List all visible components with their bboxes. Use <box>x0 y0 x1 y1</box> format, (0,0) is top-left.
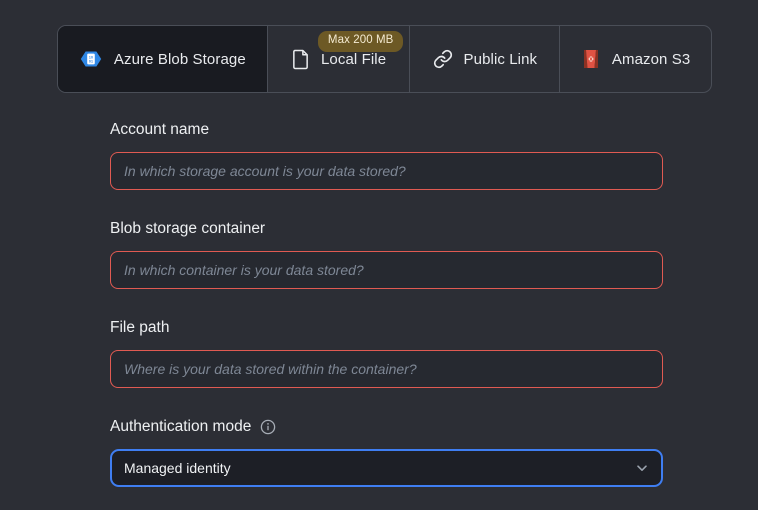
account-name-input[interactable] <box>110 152 663 190</box>
authentication-mode-value: Managed identity <box>124 460 231 476</box>
file-path-label: File path <box>110 319 663 337</box>
info-icon[interactable] <box>260 419 276 435</box>
blob-container-label: Blob storage container <box>110 220 663 238</box>
azure-blob-form: Account name Blob storage container File… <box>110 121 663 487</box>
data-source-panel: 10 01 Azure Blob Storage Max 200 MB Loca… <box>0 0 758 510</box>
tab-label: Local File <box>321 51 386 68</box>
tab-local-file[interactable]: Max 200 MB Local File <box>268 26 411 92</box>
tab-label: Amazon S3 <box>612 51 690 68</box>
authentication-mode-select[interactable]: Managed identity <box>110 449 663 487</box>
file-path-input[interactable] <box>110 350 663 388</box>
authentication-mode-label-text: Authentication mode <box>110 418 251 436</box>
svg-text:01: 01 <box>89 60 93 64</box>
link-icon <box>433 49 453 69</box>
tab-azure-blob-storage[interactable]: 10 01 Azure Blob Storage <box>58 26 268 92</box>
max-size-badge: Max 200 MB <box>318 31 404 52</box>
azure-blob-icon: 10 01 <box>79 47 103 71</box>
tab-public-link[interactable]: Public Link <box>410 26 560 92</box>
blob-container-input[interactable] <box>110 251 663 289</box>
chevron-down-icon <box>635 461 649 475</box>
file-icon <box>291 49 310 70</box>
tab-label: Public Link <box>464 51 538 68</box>
data-source-tabbar: 10 01 Azure Blob Storage Max 200 MB Loca… <box>57 25 712 93</box>
account-name-label: Account name <box>110 121 663 139</box>
authentication-mode-label: Authentication mode <box>110 418 663 436</box>
tab-amazon-s3[interactable]: Amazon S3 <box>560 26 711 92</box>
s3-icon <box>581 48 601 70</box>
tab-label: Azure Blob Storage <box>114 51 246 68</box>
